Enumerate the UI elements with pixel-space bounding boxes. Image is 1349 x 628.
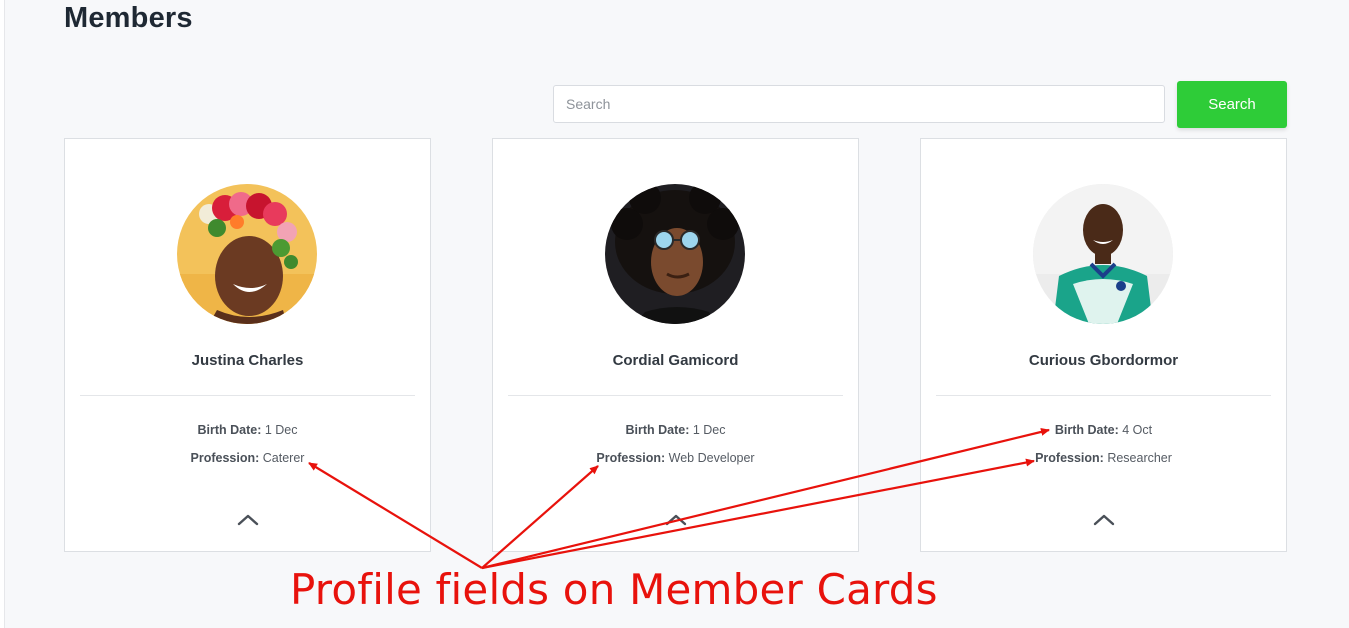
chevron-up-icon[interactable] [1090,509,1118,529]
birth-date-field: Birth Date: 1 Dec [65,423,430,437]
page-left-edge [0,0,5,628]
birth-date-field: Birth Date: 1 Dec [493,423,858,437]
birth-date-value: 4 Oct [1122,423,1153,437]
profession-field: Profession: Researcher [921,451,1286,465]
birth-date-label: Birth Date: [625,423,690,437]
profession-value: Researcher [1107,451,1172,465]
annotation-caption: Profile fields on Member Cards [290,565,938,614]
chevron-up-icon[interactable] [662,509,690,529]
card-divider [80,395,415,396]
member-name: Cordial Gamicord [612,352,739,369]
birth-date-value: 1 Dec [692,423,726,437]
member-avatar[interactable] [605,184,745,324]
birth-date-label: Birth Date: [197,423,262,437]
profession-value: Web Developer [668,451,755,465]
profession-field: Profession: Web Developer [493,451,858,465]
member-avatar[interactable] [1033,184,1173,324]
page-title: Members [64,2,193,34]
member-card: Justina Charles Birth Date: 1 Dec Profes… [64,138,431,552]
chevron-up-icon[interactable] [234,509,262,529]
member-name: Justina Charles [191,352,304,369]
profession-label: Profession: [1035,451,1104,465]
profession-label: Profession: [190,451,260,465]
search-button[interactable]: Search [1177,81,1287,128]
profession-value: Caterer [262,451,305,465]
search-input[interactable] [553,85,1165,123]
card-divider [508,395,843,396]
birth-date-value: 1 Dec [264,423,298,437]
card-divider [936,395,1271,396]
birth-date-label: Birth Date: [1054,423,1119,437]
profession-field: Profession: Caterer [65,451,430,465]
member-avatar[interactable] [177,184,317,324]
member-card: Cordial Gamicord Birth Date: 1 Dec Profe… [492,138,859,552]
profession-label: Profession: [596,451,666,465]
birth-date-field: Birth Date: 4 Oct [921,423,1286,437]
member-name: Curious Gbordormor [1028,352,1179,369]
member-card: Curious Gbordormor Birth Date: 4 Oct Pro… [920,138,1287,552]
